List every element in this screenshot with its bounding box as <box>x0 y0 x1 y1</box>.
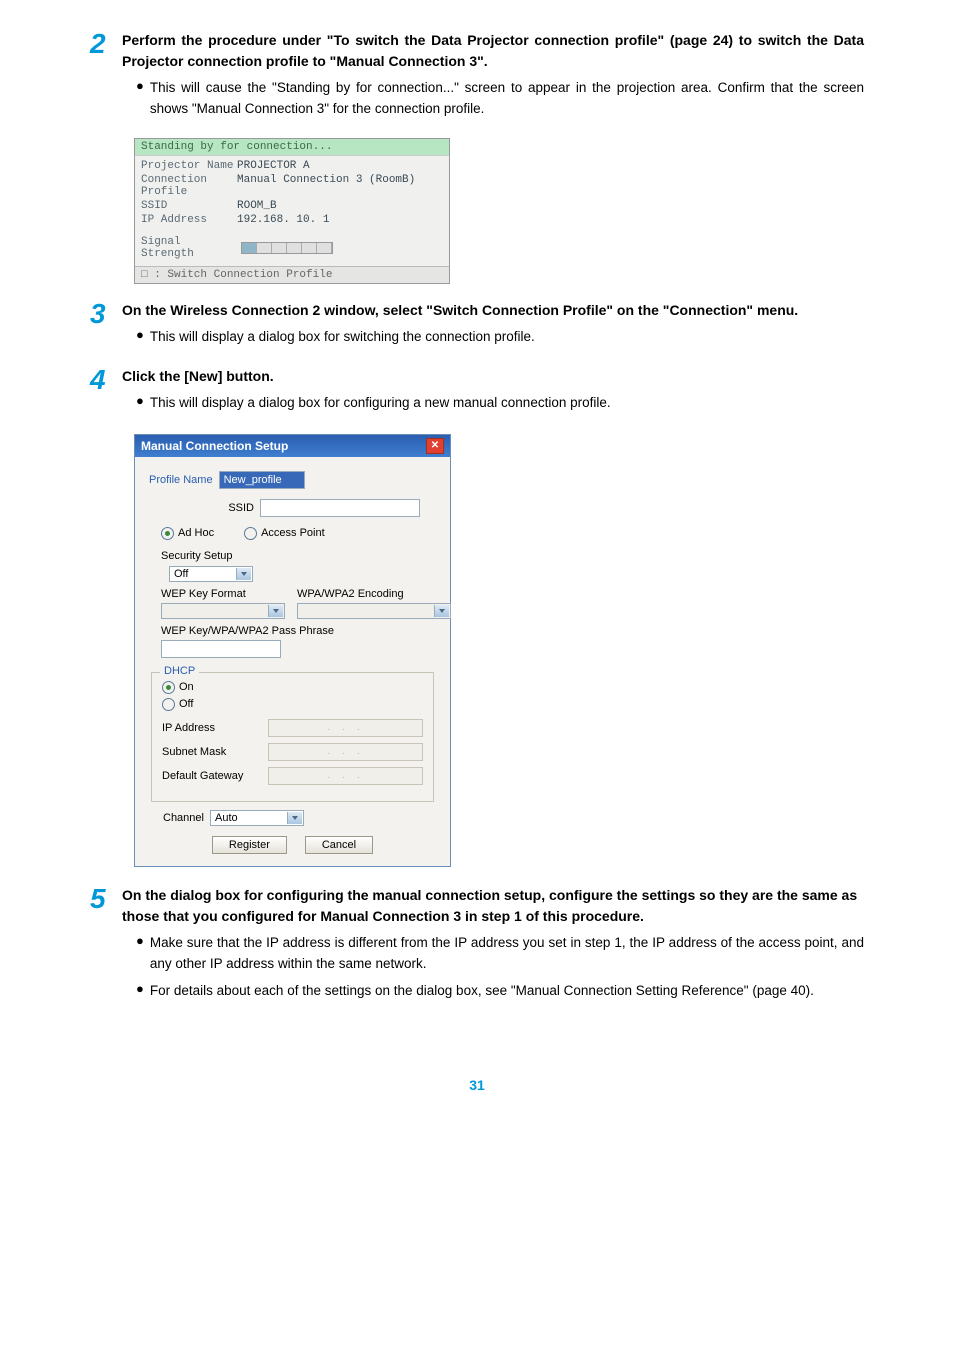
bullet-icon: ● <box>136 981 144 1002</box>
pass-phrase-label: WEP Key/WPA/WPA2 Pass Phrase <box>161 625 436 637</box>
step-3: 3 On the Wireless Connection 2 window, s… <box>90 300 864 354</box>
cancel-button[interactable]: Cancel <box>305 836 373 854</box>
subnet-mask-input[interactable]: ... <box>268 743 423 761</box>
step-2: 2 Perform the procedure under "To switch… <box>90 30 864 126</box>
signal-strength-indicator <box>241 242 333 254</box>
page-number: 31 <box>90 1077 864 1093</box>
step-2-heading: Perform the procedure under "To switch t… <box>122 30 864 72</box>
register-button[interactable]: Register <box>212 836 287 854</box>
radio-off-icon <box>162 698 175 711</box>
security-setup-select[interactable]: Off <box>169 566 253 582</box>
bullet-icon: ● <box>136 78 144 120</box>
radio-on-icon <box>161 527 174 540</box>
radio-off-icon <box>244 527 257 540</box>
wep-key-format-select[interactable] <box>161 603 285 619</box>
bullet-icon: ● <box>136 393 144 414</box>
adhoc-radio[interactable]: Ad Hoc <box>161 527 214 540</box>
step-3-bullet: ● This will display a dialog box for swi… <box>136 327 864 348</box>
dhcp-label: DHCP <box>160 665 199 677</box>
default-gateway-input[interactable]: ... <box>268 767 423 785</box>
wpa-encoding-label: WPA/WPA2 Encoding <box>297 588 451 600</box>
step-5-bullet-1: ● Make sure that the IP address is diffe… <box>136 933 864 975</box>
step-5: 5 On the dialog box for configuring the … <box>90 885 864 1008</box>
channel-select[interactable]: Auto <box>210 810 304 826</box>
step-3-heading: On the Wireless Connection 2 window, sel… <box>122 300 864 321</box>
access-point-radio[interactable]: Access Point <box>244 527 325 540</box>
proj-title: Standing by for connection... <box>135 139 449 156</box>
projector-standby-screenshot: Standing by for connection... Projector … <box>134 138 450 284</box>
proj-footer: □ : Switch Connection Profile <box>135 266 449 283</box>
close-icon[interactable]: ✕ <box>426 438 444 454</box>
manual-connection-setup-dialog: Manual Connection Setup ✕ Profile Name N… <box>134 434 451 867</box>
proj-signal-label: Signal Strength <box>141 236 237 260</box>
step-number-2: 2 <box>90 30 122 126</box>
ssid-label: SSID <box>149 502 260 514</box>
dhcp-off-radio[interactable]: Off <box>162 698 423 711</box>
wpa-encoding-select[interactable] <box>297 603 451 619</box>
ip-address-input[interactable]: ... <box>268 719 423 737</box>
step-5-bullet-2: ● For details about each of the settings… <box>136 981 864 1002</box>
step-5-heading: On the dialog box for configuring the ma… <box>122 885 864 927</box>
bullet-icon: ● <box>136 933 144 975</box>
default-gateway-label: Default Gateway <box>162 770 268 782</box>
wep-key-format-label: WEP Key Format <box>161 588 285 600</box>
security-setup-label: Security Setup <box>161 550 436 562</box>
profile-name-input[interactable]: New_profile <box>219 471 305 489</box>
step-number-3: 3 <box>90 300 122 354</box>
pass-phrase-input[interactable] <box>161 640 281 658</box>
ssid-input[interactable] <box>260 499 420 517</box>
dialog-title: Manual Connection Setup <box>141 439 288 453</box>
step-4-heading: Click the [New] button. <box>122 366 864 387</box>
radio-on-icon <box>162 681 175 694</box>
step-4-bullet: ● This will display a dialog box for con… <box>136 393 864 414</box>
subnet-mask-label: Subnet Mask <box>162 746 268 758</box>
dhcp-group: DHCP On Off IP Address <box>151 672 434 802</box>
bullet-icon: ● <box>136 327 144 348</box>
dhcp-on-radio[interactable]: On <box>162 681 423 694</box>
ip-address-label: IP Address <box>162 722 268 734</box>
step-number-4: 4 <box>90 366 122 420</box>
step-2-bullet: ● This will cause the "Standing by for c… <box>136 78 864 120</box>
profile-name-label: Profile Name <box>149 474 213 486</box>
step-number-5: 5 <box>90 885 122 1008</box>
step-4: 4 Click the [New] button. ● This will di… <box>90 366 864 420</box>
channel-label: Channel <box>163 812 204 824</box>
